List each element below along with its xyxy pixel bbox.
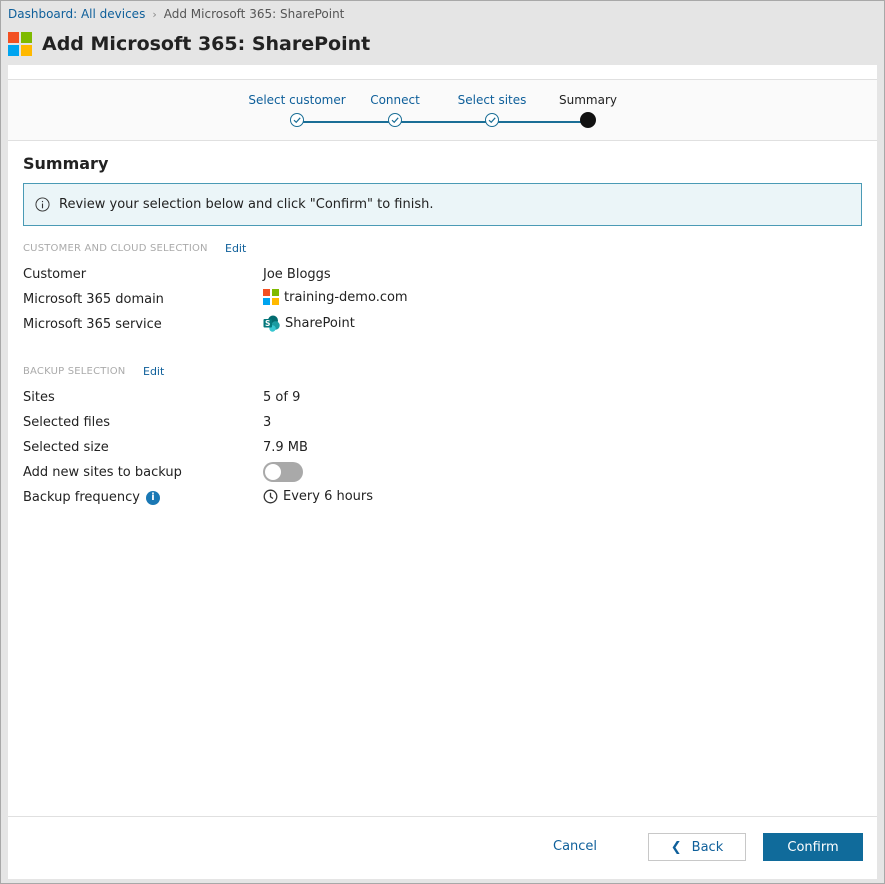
breadcrumb-current: Add Microsoft 365: SharePoint	[163, 7, 345, 21]
m365-service-value: S SharePoint	[263, 315, 355, 332]
backup-frequency-value: Every 6 hours	[263, 489, 373, 504]
back-button[interactable]: ❮ Back	[648, 833, 746, 861]
m365-domain-label: Microsoft 365 domain	[23, 292, 164, 307]
confirm-button[interactable]: Confirm	[763, 833, 863, 861]
backup-frequency-label: Backup frequency i	[23, 490, 160, 505]
info-circle-icon	[35, 197, 50, 212]
toggle-knob	[265, 464, 281, 480]
step-summary-current-dot	[580, 112, 596, 128]
stepper-track	[297, 121, 589, 123]
info-banner-text: Review your selection below and click "C…	[59, 197, 434, 212]
m365-service-label: Microsoft 365 service	[23, 317, 162, 332]
wizard-footer: Cancel ❮ Back Confirm	[8, 816, 877, 879]
selected-size-label: Selected size	[23, 440, 109, 455]
microsoft-logo-icon	[263, 289, 279, 305]
m365-domain-value: training-demo.com	[263, 289, 408, 305]
wizard-stepper: Select customer Connect Select sites Sum…	[8, 79, 877, 141]
m365-domain-text: training-demo.com	[284, 289, 408, 305]
back-button-label: Back	[691, 839, 724, 855]
customer-value: Joe Bloggs	[263, 267, 331, 282]
backup-frequency-text: Every 6 hours	[283, 489, 374, 504]
clock-icon	[263, 489, 278, 504]
customer-section-edit-link[interactable]: Edit	[225, 242, 246, 255]
sites-label: Sites	[23, 390, 55, 405]
microsoft-logo-icon	[8, 32, 32, 56]
step-label-summary: Summary	[559, 93, 617, 107]
customer-section-heading: CUSTOMER AND CLOUD SELECTION	[23, 243, 208, 254]
step-label-select-sites[interactable]: Select sites	[458, 93, 527, 107]
page-header: Add Microsoft 365: SharePoint	[8, 32, 370, 56]
add-new-sites-value	[263, 462, 303, 482]
breadcrumb-dashboard-link[interactable]: Dashboard: All devices	[8, 7, 145, 21]
selected-size-value: 7.9 MB	[263, 440, 308, 455]
add-new-sites-toggle[interactable]	[263, 462, 303, 482]
sharepoint-icon: S	[263, 315, 280, 332]
backup-section-edit-link[interactable]: Edit	[143, 365, 164, 378]
window-frame: Dashboard: All devices › Add Microsoft 365…	[0, 0, 885, 884]
chevron-left-icon: ❮	[670, 839, 682, 855]
summary-heading: Summary	[23, 154, 109, 173]
selected-files-label: Selected files	[23, 415, 111, 430]
customer-label: Customer	[23, 267, 87, 282]
step-label-connect[interactable]: Connect	[370, 93, 420, 107]
svg-text:S: S	[265, 319, 270, 328]
breadcrumb: Dashboard: All devices › Add Microsoft 365…	[8, 7, 344, 21]
add-new-sites-label: Add new sites to backup	[23, 465, 182, 480]
page-title: Add Microsoft 365: SharePoint	[42, 33, 371, 55]
selected-files-value: 3	[263, 415, 272, 430]
step-select-customer-check-icon[interactable]	[290, 113, 304, 127]
step-select-sites-check-icon[interactable]	[485, 113, 499, 127]
step-connect-check-icon[interactable]	[388, 113, 402, 127]
step-label-select-customer[interactable]: Select customer	[248, 93, 345, 107]
wizard-panel: Select customer Connect Select sites Sum…	[8, 65, 877, 879]
backup-frequency-label-text: Backup frequency	[23, 490, 140, 505]
cancel-button[interactable]: Cancel	[553, 839, 597, 854]
m365-service-text: SharePoint	[285, 316, 355, 331]
info-icon[interactable]: i	[146, 490, 160, 505]
breadcrumb-separator-icon: ›	[152, 8, 157, 21]
sites-value: 5 of 9	[263, 390, 301, 405]
backup-section-heading: BACKUP SELECTION	[23, 366, 126, 377]
info-banner: Review your selection below and click "C…	[23, 183, 862, 226]
